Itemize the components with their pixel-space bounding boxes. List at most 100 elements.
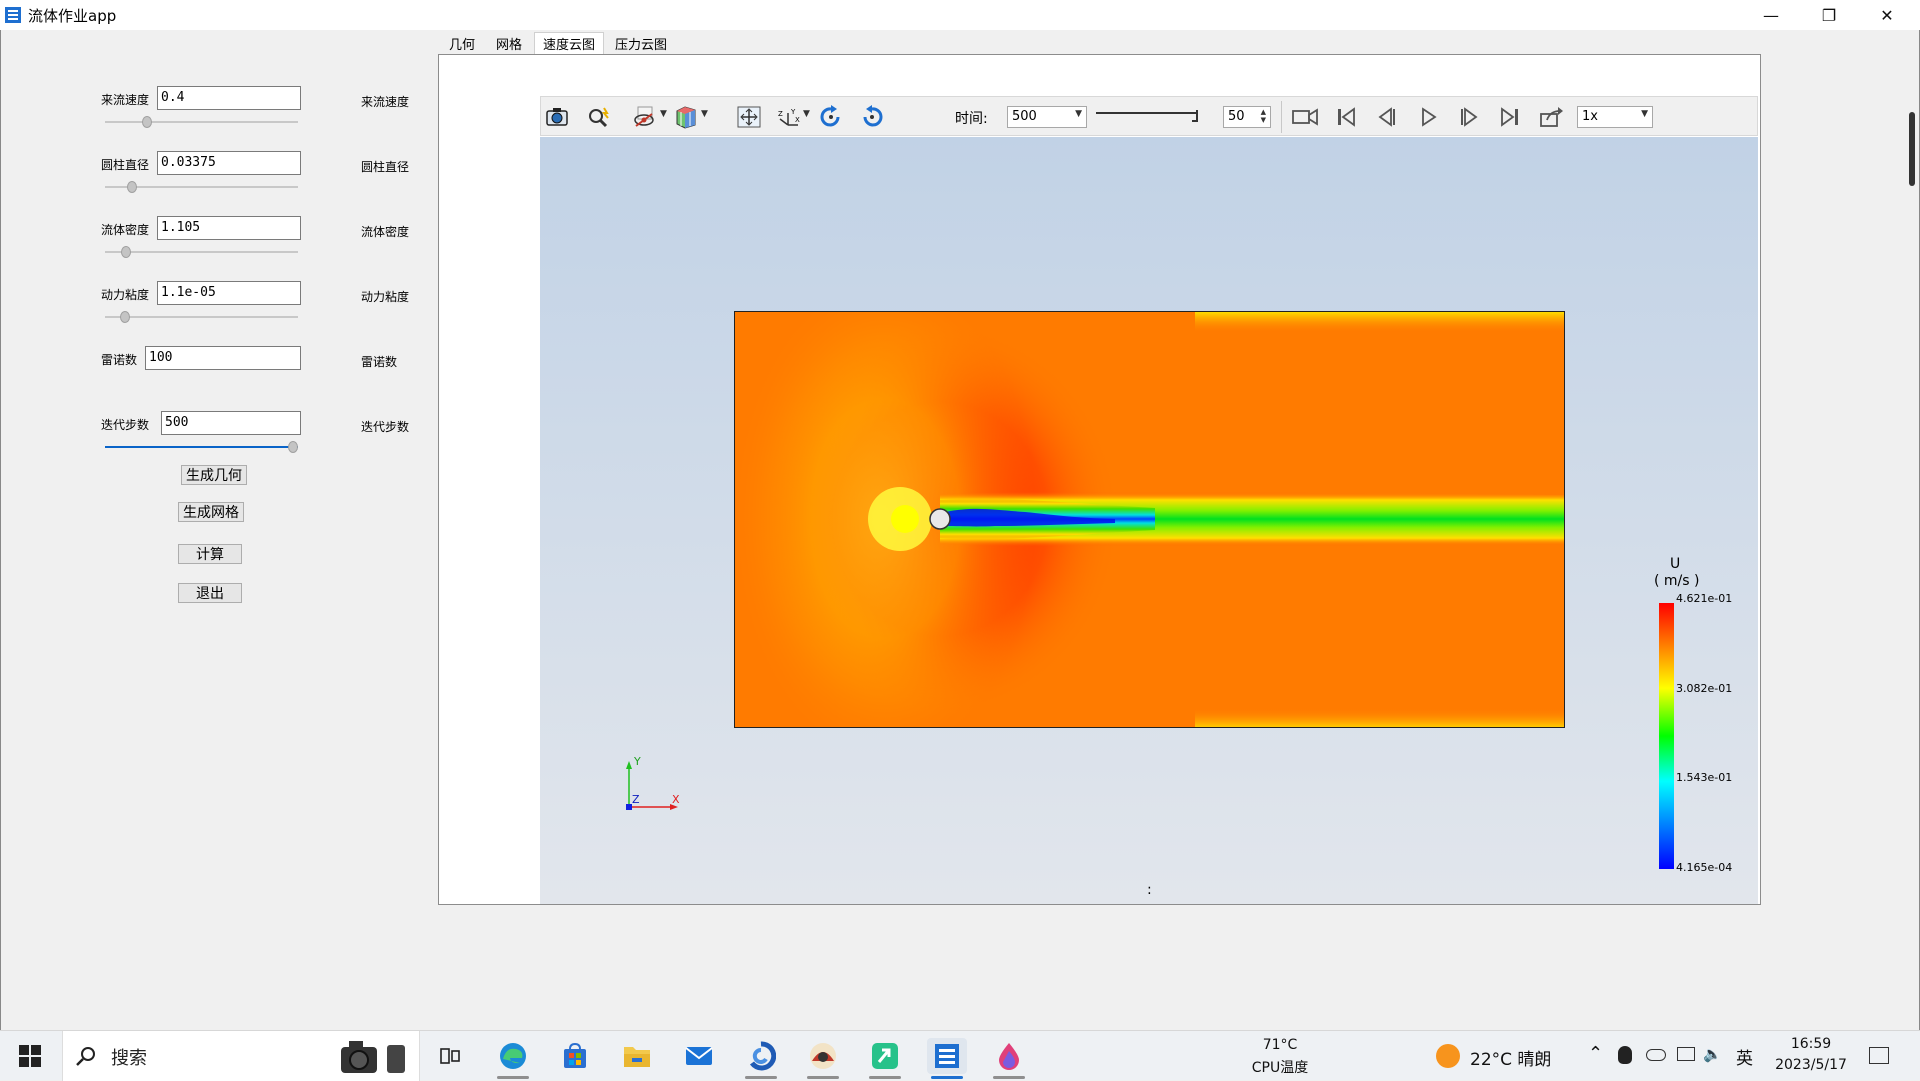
camera-search-highlight-icon xyxy=(341,1041,405,1073)
app-droplet-icon[interactable] xyxy=(989,1038,1029,1079)
running-indicator xyxy=(993,1076,1025,1079)
colorbar xyxy=(1659,603,1674,869)
dynamic-viscosity-side-label: 动力粘度 xyxy=(361,290,410,304)
next-frame-icon[interactable] xyxy=(1455,104,1483,130)
weather-sun-icon[interactable] xyxy=(1436,1044,1460,1068)
app-green-arrow-icon[interactable] xyxy=(865,1038,905,1079)
colorbar-label-2: 3.082e-01 xyxy=(1676,682,1733,695)
timeline-handle[interactable] xyxy=(1192,110,1198,122)
iteration-steps-input[interactable]: 500 xyxy=(161,411,301,435)
frame-spinbox-value: 50 xyxy=(1228,109,1245,124)
viewer-toolbar: ▼ ▼ YZX ▼ 时间: 500 ▼ 50 ▲ ▼ 1x ▼ xyxy=(540,96,1758,136)
axes-triad: Y Z X xyxy=(620,755,680,815)
volume-icon[interactable]: 🔈 xyxy=(1703,1045,1722,1063)
window-title: 流体作业app xyxy=(28,6,117,25)
tab-geometry[interactable]: 几何 xyxy=(440,32,484,54)
axis-y-label: Y xyxy=(634,755,641,768)
chevron-down-icon[interactable]: ▼ xyxy=(701,109,711,123)
exit-button[interactable]: 退出 xyxy=(178,583,242,603)
last-frame-icon[interactable] xyxy=(1496,104,1524,130)
first-frame-icon[interactable] xyxy=(1332,104,1360,130)
taskbar-search-box[interactable]: 搜索 xyxy=(62,1031,420,1081)
spin-arrows-icon[interactable]: ▲ ▼ xyxy=(1261,108,1266,124)
chevron-down-icon[interactable]: ▼ xyxy=(660,109,670,123)
network-icon[interactable] xyxy=(1677,1047,1695,1061)
app-avatar-icon[interactable] xyxy=(803,1038,843,1079)
qq-icon[interactable] xyxy=(1618,1046,1632,1064)
timeline-slider[interactable] xyxy=(1096,110,1204,122)
edge-browser-icon[interactable] xyxy=(493,1038,533,1079)
svg-text:Y: Y xyxy=(790,108,796,116)
rotate-ccw-icon[interactable] xyxy=(858,104,886,130)
slider-handle[interactable] xyxy=(119,311,130,323)
velocity-contour-field xyxy=(734,311,1565,728)
slider-handle[interactable] xyxy=(288,441,298,453)
dynamic-viscosity-slider[interactable] xyxy=(105,311,298,323)
chevron-down-icon[interactable]: ▼ xyxy=(803,109,813,123)
axis-x-label: X xyxy=(672,793,680,806)
previous-frame-icon[interactable] xyxy=(1373,104,1401,130)
rotate-cw-icon[interactable] xyxy=(817,104,845,130)
minimize-button[interactable]: — xyxy=(1742,0,1800,30)
play-icon[interactable] xyxy=(1414,104,1442,130)
time-select-value: 500 xyxy=(1012,109,1037,124)
clock-date[interactable]: 2023/5/17 xyxy=(1766,1057,1856,1073)
window-scrollbar-thumb[interactable] xyxy=(1909,112,1915,186)
taskbar: 搜索 71°C CPU温度 22°C 晴朗 ⌃ 🔈 英 16:59 2023/5… xyxy=(0,1030,1920,1081)
close-button[interactable]: ✕ xyxy=(1858,0,1916,30)
slider-handle[interactable] xyxy=(141,116,152,128)
weather-text[interactable]: 22°C 晴朗 xyxy=(1470,1045,1551,1070)
tab-velocity-contour[interactable]: 速度云图 xyxy=(534,32,604,54)
reynolds-number-input[interactable]: 100 xyxy=(145,346,301,370)
windows-start-icon[interactable] xyxy=(10,1038,50,1074)
reset-view-icon[interactable] xyxy=(735,104,763,130)
search-placeholder: 搜索 xyxy=(111,1048,147,1069)
compute-button[interactable]: 计算 xyxy=(178,544,242,564)
zoom-icon[interactable] xyxy=(585,104,613,130)
velocity-contour-svg xyxy=(735,312,1564,727)
inflow-velocity-label: 来流速度 xyxy=(101,93,150,107)
mail-icon[interactable] xyxy=(679,1038,719,1074)
tab-mesh[interactable]: 网格 xyxy=(487,32,531,54)
reynolds-number-label: 雷诺数 xyxy=(101,353,138,367)
clock-time[interactable]: 16:59 xyxy=(1766,1036,1856,1052)
playback-speed-select[interactable]: 1x ▼ xyxy=(1577,106,1653,128)
cpu-temperature: 71°C xyxy=(1262,1037,1298,1053)
time-select[interactable]: 500 ▼ xyxy=(1007,106,1087,128)
cylinder-diameter-slider[interactable] xyxy=(105,181,298,193)
maximize-button[interactable]: ❐ xyxy=(1800,0,1858,30)
dynamic-viscosity-input[interactable]: 1.1e-05 xyxy=(157,281,301,305)
fluid-density-slider[interactable] xyxy=(105,246,298,258)
hide-show-icon[interactable] xyxy=(631,104,659,130)
export-icon[interactable] xyxy=(1537,104,1565,130)
svg-text:X: X xyxy=(795,116,800,124)
input-method-indicator[interactable]: 英 xyxy=(1736,1044,1753,1069)
slider-handle[interactable] xyxy=(126,181,137,193)
camera-icon[interactable] xyxy=(543,104,571,130)
microsoft-store-icon[interactable] xyxy=(555,1038,595,1074)
axes-orientation-icon[interactable]: YZ X xyxy=(775,104,803,130)
title-bar: 流体作业app — ❐ ✕ xyxy=(0,0,1920,30)
task-view-icon[interactable] xyxy=(430,1038,470,1074)
frame-spinbox[interactable]: 50 ▲ ▼ xyxy=(1223,106,1271,128)
chevron-up-icon[interactable]: ⌃ xyxy=(1588,1043,1603,1064)
fluid-density-input[interactable]: 1.105 xyxy=(157,216,301,240)
timeline-track xyxy=(1096,112,1198,114)
generate-geometry-button[interactable]: 生成几何 xyxy=(181,465,247,485)
cloud-icon[interactable] xyxy=(1646,1049,1666,1061)
generate-mesh-button[interactable]: 生成网格 xyxy=(178,502,244,522)
inflow-velocity-input[interactable]: 0.4 xyxy=(157,86,301,110)
cylinder-diameter-input[interactable]: 0.03375 xyxy=(157,151,301,175)
record-video-icon[interactable] xyxy=(1291,104,1319,130)
inflow-velocity-slider[interactable] xyxy=(105,116,298,128)
chevron-down-icon: ▼ xyxy=(1075,109,1082,119)
file-explorer-icon[interactable] xyxy=(617,1038,657,1074)
app-swirl-icon[interactable] xyxy=(741,1038,781,1079)
dynamic-viscosity-label: 动力粘度 xyxy=(101,288,150,302)
fluid-app-taskbar-icon[interactable] xyxy=(927,1038,967,1079)
iteration-steps-slider[interactable] xyxy=(105,441,298,453)
notification-icon[interactable] xyxy=(1869,1047,1889,1064)
tab-pressure-contour[interactable]: 压力云图 xyxy=(606,32,676,54)
inflow-velocity-side-label: 来流速度 xyxy=(361,95,410,109)
render-style-icon[interactable] xyxy=(672,104,700,130)
